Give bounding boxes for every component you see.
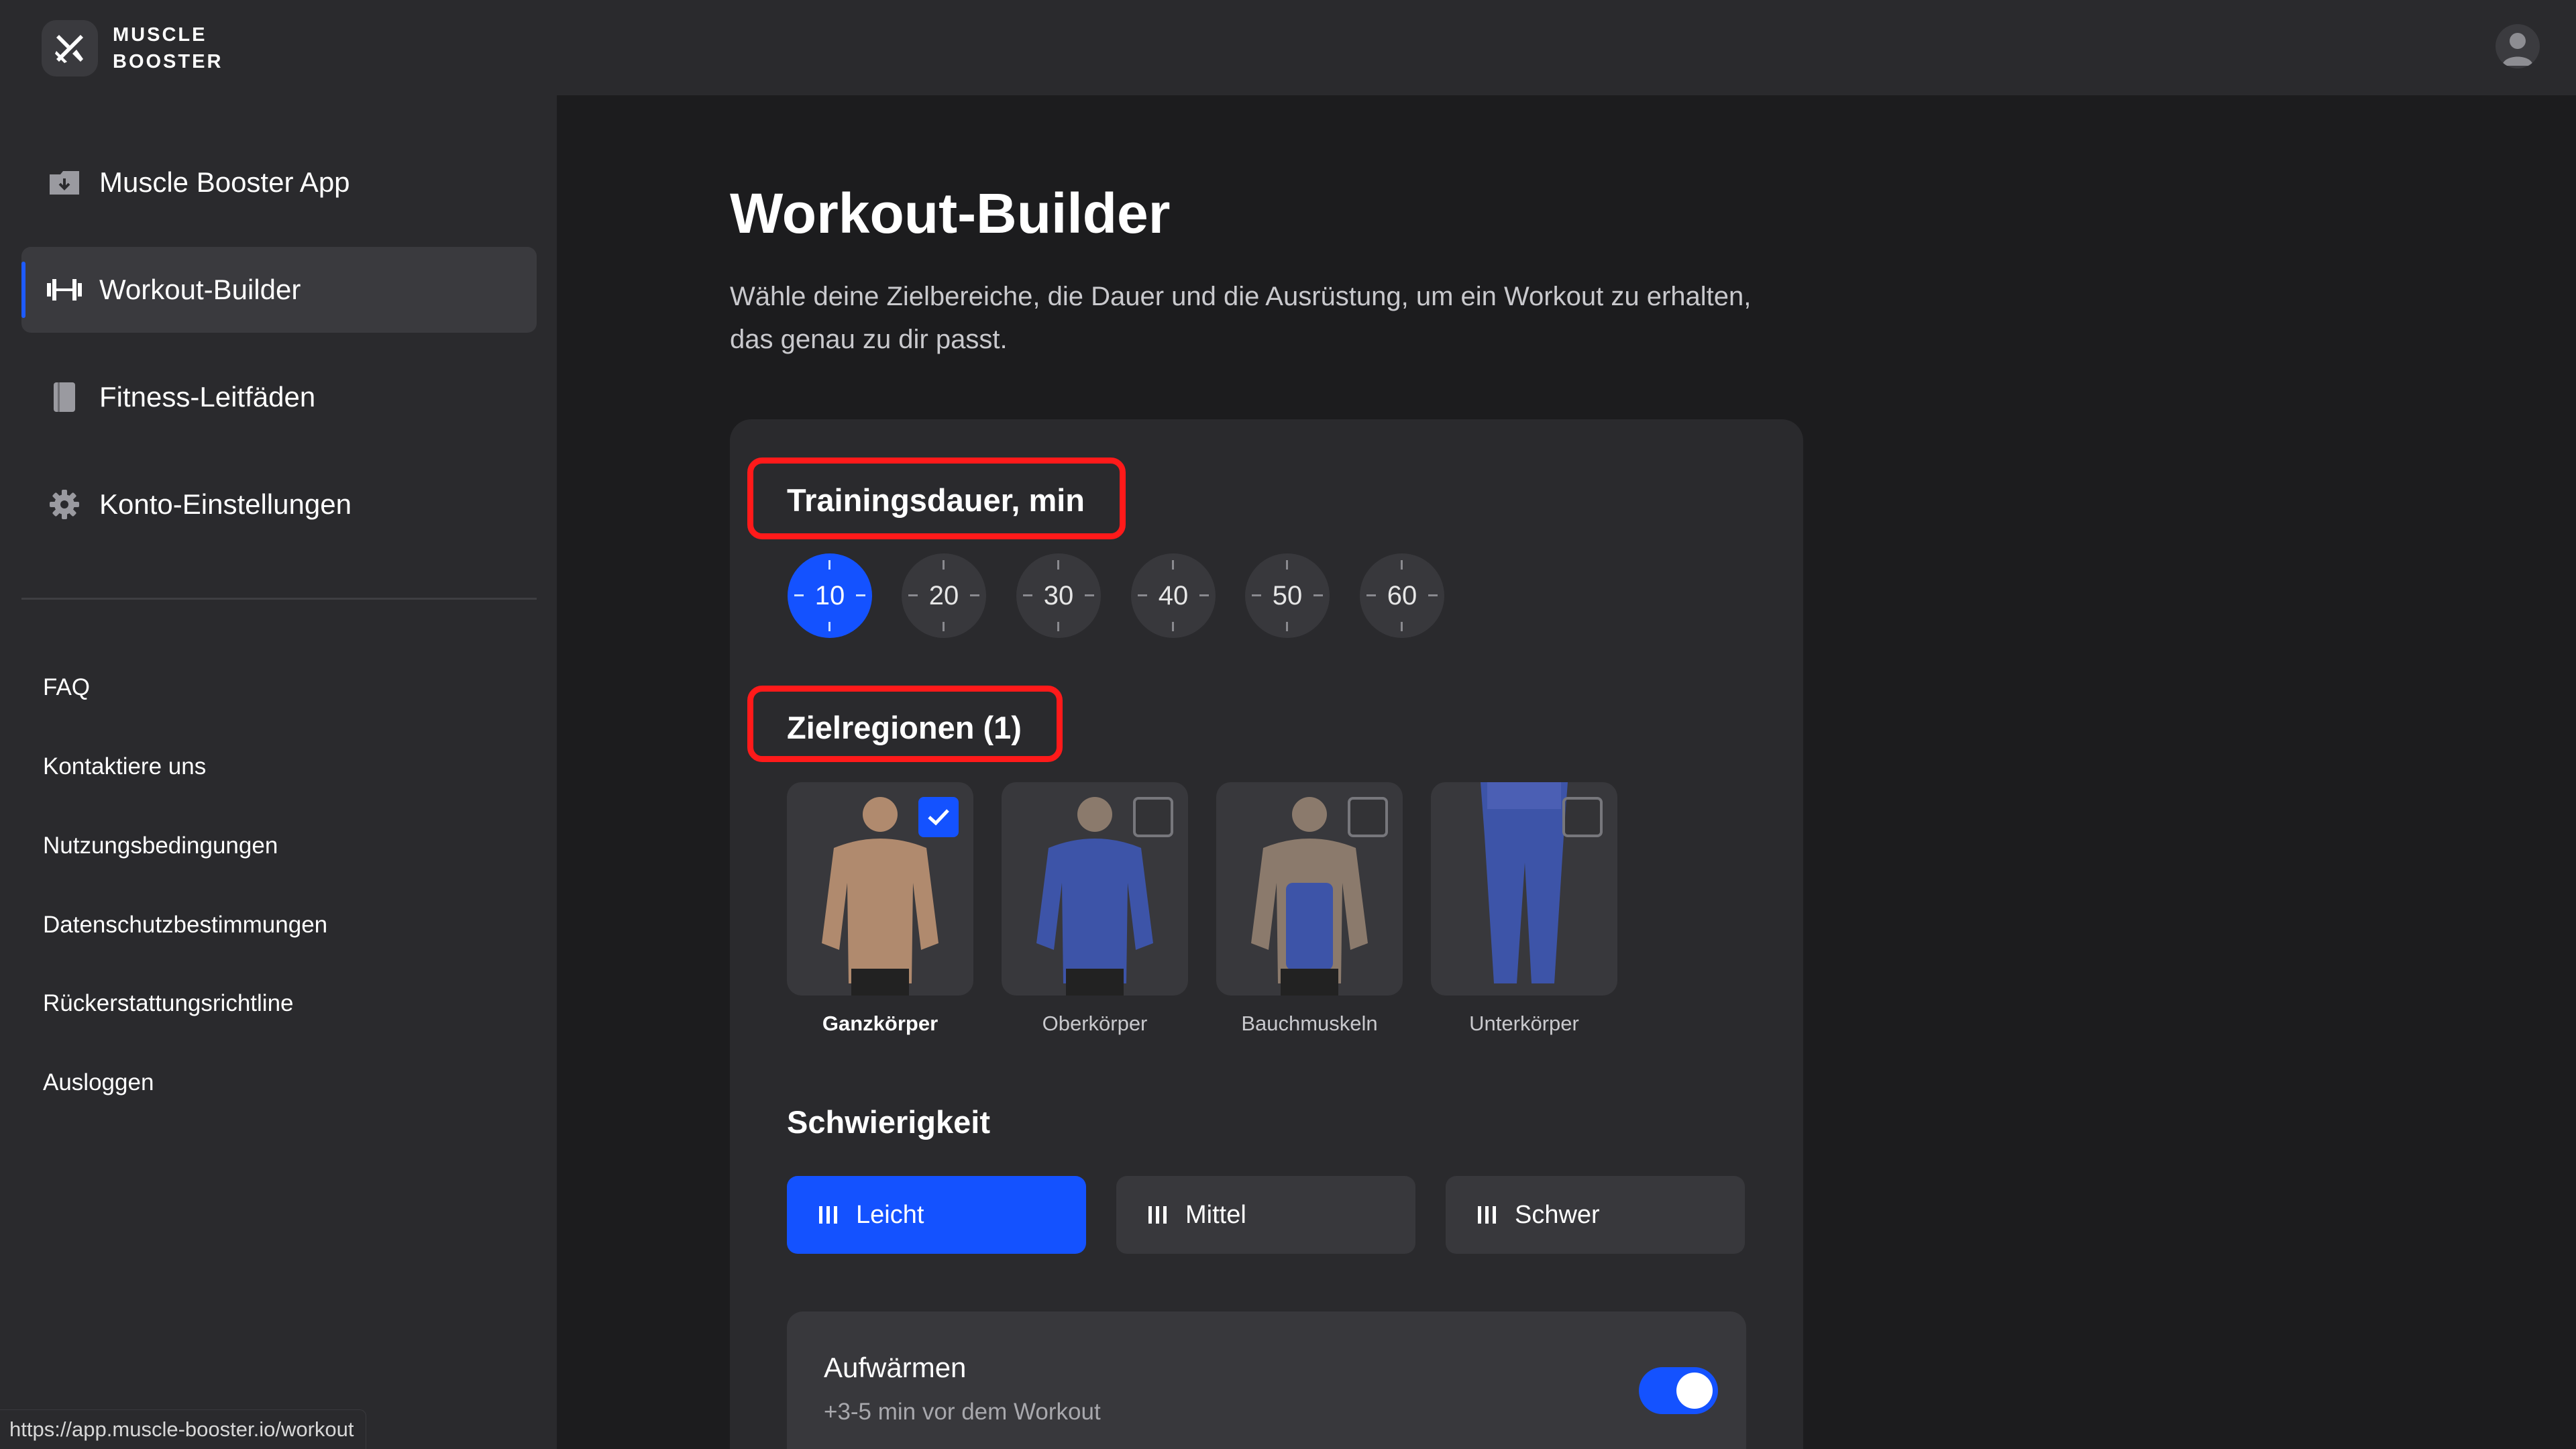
sidebar-item-label: Muscle Booster App <box>99 166 350 198</box>
duration-option-label: 20 <box>928 580 959 610</box>
link-logout[interactable]: Ausloggen <box>43 1069 154 1096</box>
link-privacy[interactable]: Datenschutzbestimmungen <box>43 912 327 938</box>
difficulty-option-leicht[interactable]: Leicht <box>787 1176 1086 1254</box>
duration-option-10[interactable]: 10 <box>788 553 872 638</box>
toggle-knob <box>1676 1373 1713 1409</box>
checkbox-unchecked-icon[interactable] <box>1562 797 1603 837</box>
warmup-subtitle: +3-5 min vor dem Workout <box>824 1399 1101 1425</box>
sidebar-item-fitness-leitfaeden[interactable]: Fitness-Leitfäden <box>21 354 537 440</box>
brand-name: MUSCLE BOOSTER <box>113 21 223 75</box>
page-title: Workout-Builder <box>730 182 1171 245</box>
sidebar-divider <box>21 598 537 600</box>
sidebar-item-muscle-booster-app[interactable]: Muscle Booster App <box>21 140 537 225</box>
region-label: Bauchmuskeln <box>1241 1012 1378 1035</box>
region-label: Oberkörper <box>1042 1012 1148 1035</box>
regions-title: Zielregionen (1) <box>787 710 1022 745</box>
brand-logo-link[interactable]: MUSCLE BOOSTER <box>42 20 223 76</box>
status-bar-url: https://app.muscle-booster.io/workout <box>0 1409 367 1449</box>
warmup-title: Aufwärmen <box>824 1352 967 1383</box>
body-full-icon <box>787 782 973 996</box>
region-card-bauchmuskeln[interactable]: Bauchmuskeln <box>1216 782 1403 1036</box>
duration-option-label: 50 <box>1272 580 1303 610</box>
duration-title: Trainingsdauer, min <box>787 482 1085 518</box>
duration-option-40[interactable]: 40 <box>1131 553 1216 638</box>
duration-option-20[interactable]: 20 <box>902 553 986 638</box>
checkbox-unchecked-icon[interactable] <box>1133 797 1173 837</box>
sidebar-item-label: Fitness-Leitfäden <box>99 381 316 413</box>
warmup-toggle[interactable] <box>1639 1367 1718 1414</box>
sidebar-item-konto-einstellungen[interactable]: Konto-Einstellungen <box>21 462 537 547</box>
brand-line-2: BOOSTER <box>113 51 223 72</box>
warmup-panel: Aufwärmen +3-5 min vor dem Workout <box>787 1311 1746 1449</box>
dumbbell-icon <box>46 271 83 309</box>
difficulty-bars-icon <box>1478 1206 1496 1224</box>
region-label: Ganzkörper <box>822 1012 938 1035</box>
duration-option-label: 10 <box>814 580 845 610</box>
link-refund-policy[interactable]: Rückerstattungsrichtline <box>43 990 294 1017</box>
checkbox-checked-icon[interactable] <box>918 797 959 837</box>
user-avatar-icon[interactable] <box>2496 24 2540 68</box>
difficulty-bars-icon <box>819 1206 837 1224</box>
top-bar: MUSCLE BOOSTER <box>0 0 2576 95</box>
region-card-oberkoerper[interactable]: Oberkörper <box>1002 782 1188 1036</box>
body-upper-icon <box>1002 782 1188 996</box>
duration-option-60[interactable]: 60 <box>1360 553 1444 638</box>
body-lower-icon <box>1431 782 1617 996</box>
app-icon <box>46 164 83 201</box>
link-terms[interactable]: Nutzungsbedingungen <box>43 833 278 859</box>
page-subtitle: Wähle deine Zielbereiche, die Dauer und … <box>730 282 1752 354</box>
sidebar: Muscle Booster App Workout-Builder Fitne… <box>0 95 557 1449</box>
body-abs-icon <box>1216 782 1403 996</box>
sidebar-item-label: Workout-Builder <box>99 274 301 305</box>
difficulty-option-label: Mittel <box>1185 1200 1246 1229</box>
muscle-booster-logo-icon <box>42 20 98 76</box>
duration-option-label: 60 <box>1387 580 1417 610</box>
difficulty-option-schwer[interactable]: Schwer <box>1446 1176 1745 1254</box>
difficulty-title: Schwierigkeit <box>787 1104 990 1140</box>
region-card-unterkoerper[interactable]: Unterkörper <box>1431 782 1617 1036</box>
duration-option-label: 40 <box>1158 580 1189 610</box>
region-label: Unterkörper <box>1469 1012 1579 1035</box>
book-icon <box>46 378 83 416</box>
region-card-ganzkoerper[interactable]: Ganzkörper <box>787 782 973 1036</box>
gear-icon <box>46 486 83 523</box>
duration-option-50[interactable]: 50 <box>1245 553 1330 638</box>
sidebar-item-label: Konto-Einstellungen <box>99 488 352 520</box>
brand-line-1: MUSCLE <box>113 24 207 46</box>
sidebar-item-workout-builder[interactable]: Workout-Builder <box>21 247 537 333</box>
difficulty-option-label: Leicht <box>856 1200 924 1229</box>
link-faq[interactable]: FAQ <box>43 674 90 701</box>
difficulty-option-label: Schwer <box>1515 1200 1600 1229</box>
link-contact[interactable]: Kontaktiere uns <box>43 753 206 780</box>
checkbox-unchecked-icon[interactable] <box>1348 797 1388 837</box>
duration-option-label: 30 <box>1043 580 1074 610</box>
difficulty-option-mittel[interactable]: Mittel <box>1116 1176 1415 1254</box>
difficulty-bars-icon <box>1148 1206 1167 1224</box>
duration-option-30[interactable]: 30 <box>1016 553 1101 638</box>
